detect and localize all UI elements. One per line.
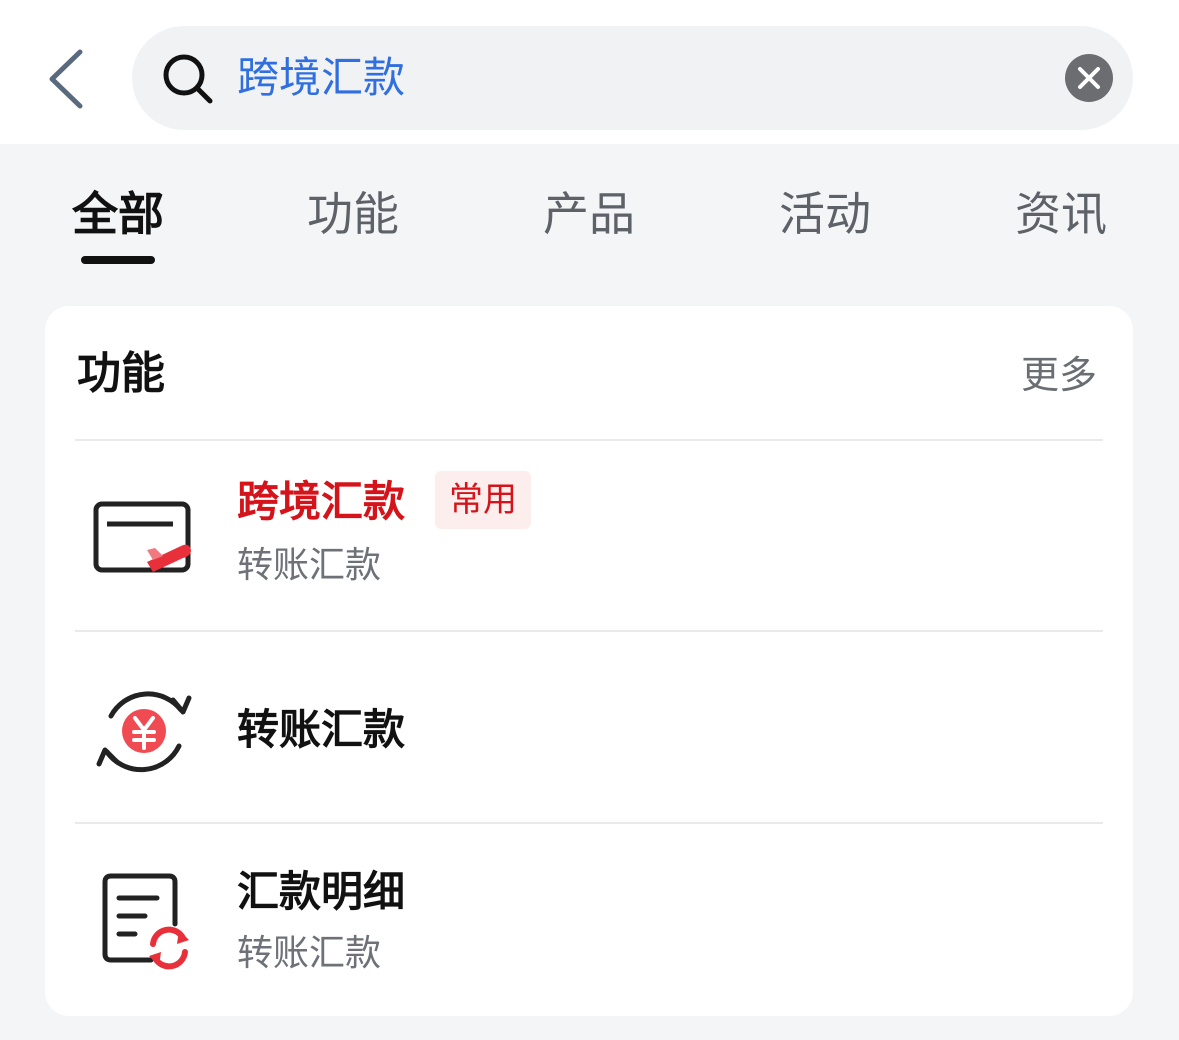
frequent-badge: 常用 xyxy=(435,471,531,529)
list-item-details[interactable]: 汇款明细 转账汇款 xyxy=(45,824,1133,1016)
active-tab-indicator xyxy=(81,256,155,264)
search-input[interactable]: 跨境汇款 xyxy=(237,50,405,106)
item-subtitle: 转账汇款 xyxy=(237,933,382,974)
cross-border-card-icon xyxy=(89,482,199,592)
remittance-details-icon xyxy=(89,864,199,974)
item-subtitle: 转账汇款 xyxy=(237,545,382,586)
tab-news[interactable]: 资讯 xyxy=(1015,182,1107,246)
search-bar[interactable]: 跨境汇款 xyxy=(132,26,1133,130)
functions-card: 功能 更多 跨境汇款 常用 转账汇款 转账汇款 汇款明细 转账汇款 xyxy=(45,306,1133,1016)
list-item-cross-border[interactable]: 跨境汇款 常用 转账汇款 xyxy=(45,306,1133,632)
tab-functions[interactable]: 功能 xyxy=(307,182,399,246)
category-tabs: 全部 功能 产品 活动 资讯 xyxy=(0,144,1179,294)
search-icon xyxy=(162,53,214,105)
top-bar: 跨境汇款 xyxy=(0,0,1179,144)
clear-icon[interactable] xyxy=(1065,54,1113,102)
tab-activities[interactable]: 活动 xyxy=(779,182,871,246)
item-title: 汇款明细 xyxy=(237,867,406,916)
tab-products[interactable]: 产品 xyxy=(543,182,635,246)
item-title: 跨境汇款 xyxy=(237,477,406,526)
tab-all[interactable]: 全部 xyxy=(72,182,164,246)
chevron-left-icon[interactable] xyxy=(40,48,90,110)
item-title: 转账汇款 xyxy=(237,705,406,754)
yuan-transfer-icon xyxy=(89,676,199,786)
list-item-transfer[interactable]: 转账汇款 xyxy=(45,632,1133,824)
